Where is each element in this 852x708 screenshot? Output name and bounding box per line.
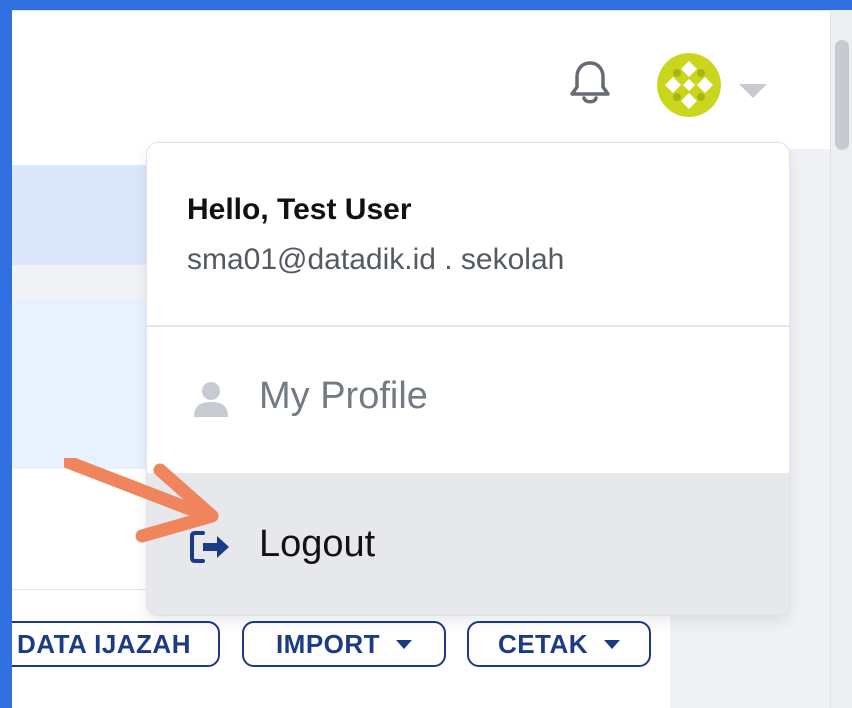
bell-icon[interactable] <box>564 57 616 109</box>
avatar-logo <box>657 53 721 117</box>
data-ijazah-button[interactable]: DATA IJAZAH <box>12 621 220 667</box>
data-ijazah-label: DATA IJAZAH <box>16 628 191 659</box>
menu-item-logout[interactable]: Logout <box>147 473 789 615</box>
import-label: IMPORT <box>275 628 381 659</box>
annotation-arrow-icon <box>64 458 219 543</box>
cetak-label: CETAK <box>497 628 589 659</box>
user-dropdown-menu: Hello, Test User sma01@datadik.id . seko… <box>146 142 790 616</box>
scrollbar-thumb[interactable] <box>835 40 849 150</box>
app-viewport: DATA IJAZAH IMPORT CETAK Hello, Test Use… <box>12 10 852 708</box>
chevron-down-icon[interactable] <box>739 84 767 98</box>
import-button[interactable]: IMPORT <box>242 621 446 667</box>
logout-label: Logout <box>259 523 376 565</box>
menu-item-my-profile[interactable]: My Profile <box>147 327 789 467</box>
caret-down-icon <box>604 639 621 649</box>
account-text: sma01@datadik.id . sekolah <box>187 243 565 276</box>
cetak-button[interactable]: CETAK <box>467 621 651 667</box>
top-navbar <box>12 10 830 150</box>
scrollbar[interactable] <box>830 10 852 708</box>
caret-down-icon <box>396 639 413 649</box>
user-info-header: Hello, Test User sma01@datadik.id . seko… <box>147 143 789 327</box>
avatar[interactable] <box>657 53 721 117</box>
user-icon <box>194 382 228 417</box>
my-profile-label: My Profile <box>259 375 428 417</box>
greeting-text: Hello, Test User <box>187 193 412 226</box>
